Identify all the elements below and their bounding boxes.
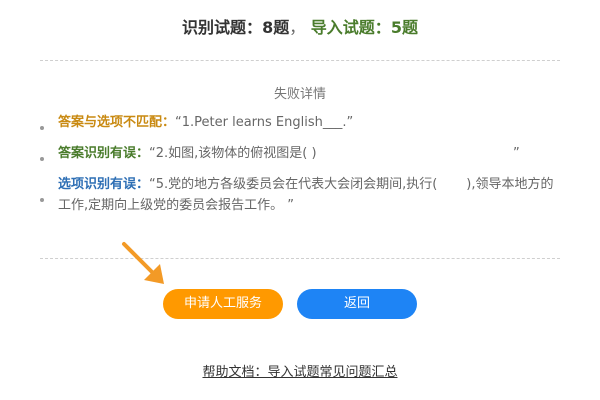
failure-list: 答案与选项不匹配：“1.Peter learns English___.” 答案… — [40, 112, 560, 226]
arrow-pointer-icon — [122, 242, 164, 284]
summary-separator: ， — [289, 18, 306, 37]
failure-item-text: “2.如图,该物体的俯视图是( ) — [149, 146, 317, 161]
imported-count: 5题 — [390, 18, 418, 37]
failure-item-answer-mismatch: 答案与选项不匹配：“1.Peter learns English___.” — [40, 112, 560, 133]
failure-item-label: 答案与选项不匹配： — [58, 115, 176, 130]
failure-item-answer-recognition: 答案识别有误：“2.如图,该物体的俯视图是( ) ” — [40, 143, 560, 164]
failure-item-label: 选项识别有误： — [58, 177, 150, 192]
failure-details-title: 失败详情 — [273, 87, 326, 102]
bullet-icon — [40, 126, 44, 130]
failure-item-option-recognition: 选项识别有误：“5.党的地方各级委员会在代表大会闭会期间,执行( ),领导本地方… — [40, 174, 560, 216]
bottom-divider — [40, 258, 560, 259]
failure-item-end-quote: ” — [513, 146, 520, 161]
recognized-count: 8题 — [262, 18, 290, 37]
recognized-label: 识别试题： — [182, 18, 263, 37]
back-button[interactable]: 返回 — [297, 289, 417, 319]
failure-item-text: “1.Peter learns English___.” — [175, 115, 354, 130]
imported-label: 导入试题： — [310, 18, 391, 37]
apply-manual-service-button[interactable]: 申请人工服务 — [163, 289, 283, 319]
help-doc-link[interactable]: 帮助文档：导入试题常见问题汇总 — [0, 361, 600, 380]
import-summary: 识别试题：8题， 导入试题：5题 — [0, 14, 600, 38]
top-divider — [40, 60, 560, 61]
bullet-icon — [40, 157, 44, 161]
bullet-icon — [40, 198, 44, 202]
failure-item-label: 答案识别有误： — [58, 146, 150, 161]
